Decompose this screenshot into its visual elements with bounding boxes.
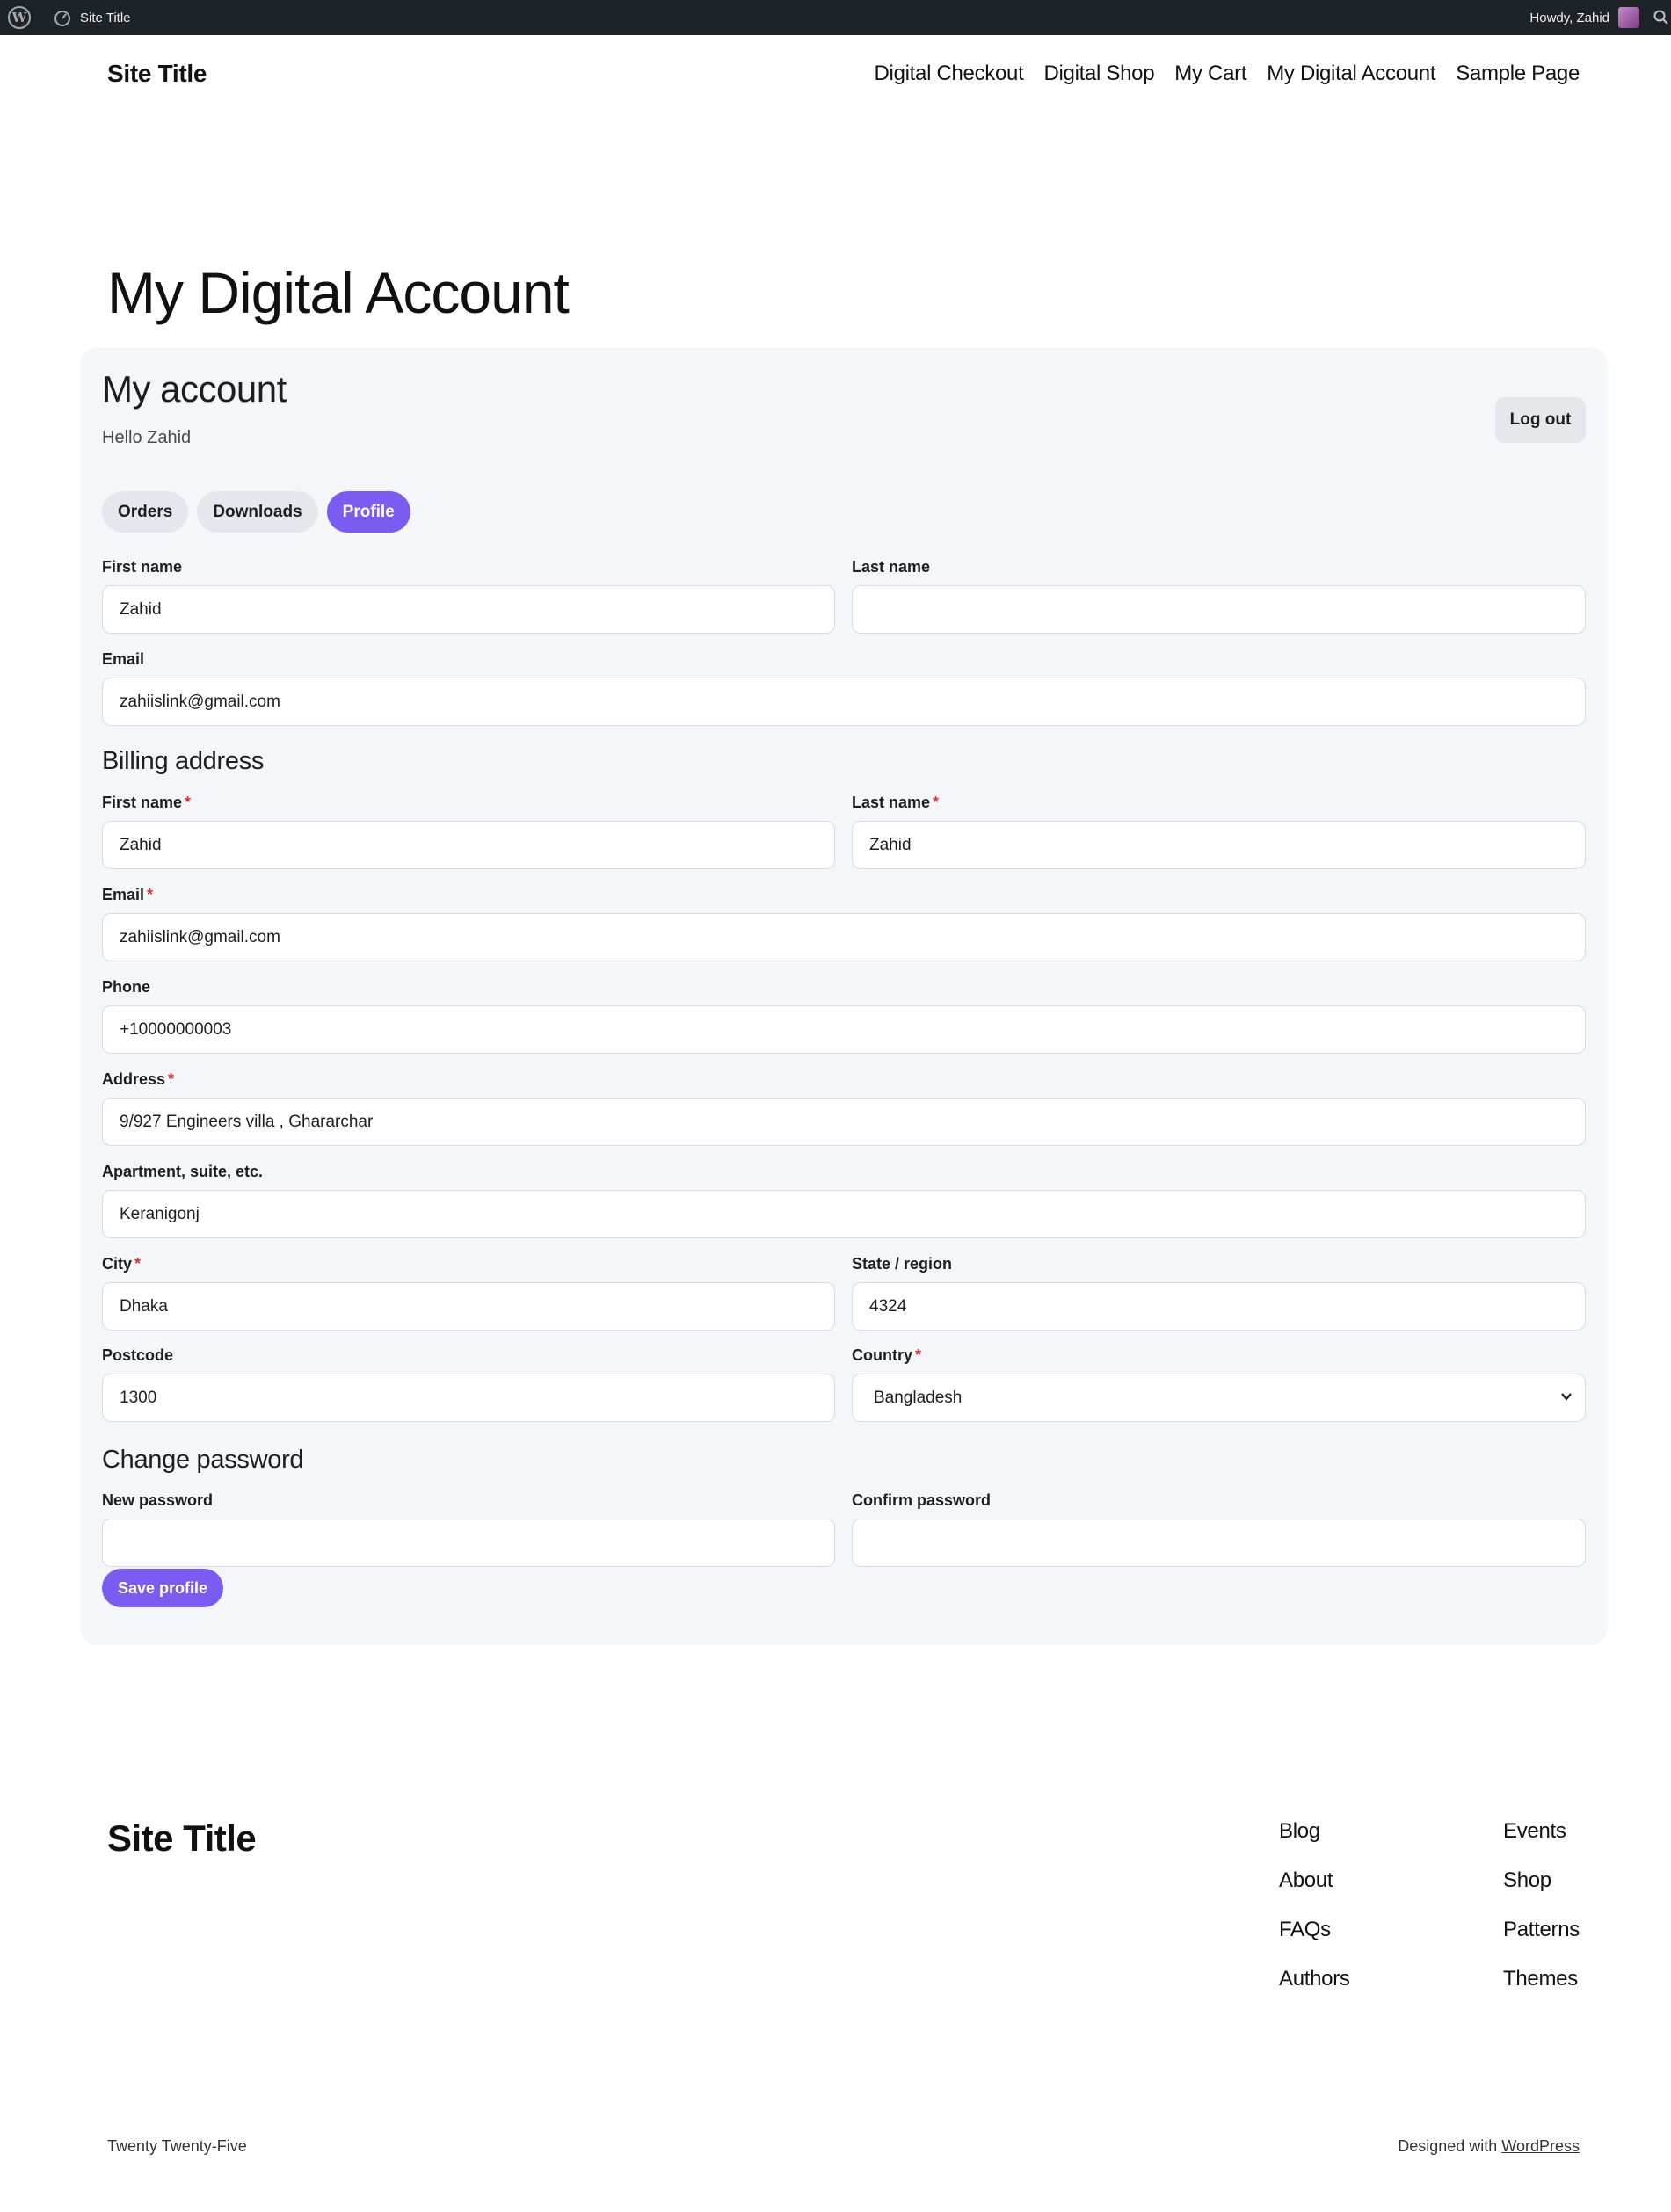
footer-link-themes[interactable]: Themes — [1503, 1967, 1580, 1991]
logout-button[interactable]: Log out — [1495, 397, 1586, 443]
postcode-input[interactable] — [102, 1374, 835, 1422]
tab-downloads[interactable]: Downloads — [197, 491, 318, 533]
address-label: Address * — [102, 1070, 175, 1088]
wordpress-link[interactable]: WordPress — [1501, 2137, 1580, 2155]
address-input[interactable] — [102, 1098, 1586, 1146]
footer-link-events[interactable]: Events — [1503, 1819, 1580, 1844]
first-name-label: First name — [102, 558, 183, 576]
account-card: My account Hello Zahid Log out Orders Do… — [80, 347, 1608, 1645]
tab-orders[interactable]: Orders — [102, 491, 189, 533]
account-heading: My account — [102, 368, 287, 410]
admin-bar-site-link[interactable]: Site Title — [54, 9, 131, 26]
nav-digital-checkout[interactable]: Digital Checkout — [875, 62, 1024, 86]
howdy-text[interactable]: Howdy, Zahid — [1529, 11, 1609, 25]
wordpress-logo-icon[interactable]: W — [8, 6, 31, 29]
confirm-password-input[interactable] — [852, 1519, 1586, 1567]
billing-last-name-label: Last name * — [852, 794, 940, 811]
email-label: Email — [102, 650, 145, 668]
user-avatar[interactable] — [1618, 7, 1639, 28]
postcode-label: Postcode — [102, 1346, 174, 1364]
designed-with-text: Designed with — [1398, 2137, 1498, 2155]
phone-label: Phone — [102, 978, 151, 996]
last-name-label: Last name — [852, 558, 931, 576]
footer-link-faqs[interactable]: FAQs — [1279, 1918, 1350, 1942]
footer-site-title[interactable]: Site Title — [107, 1817, 257, 1860]
nav-my-cart[interactable]: My Cart — [1174, 62, 1246, 86]
country-label: Country * — [852, 1346, 922, 1364]
main-nav: Digital Checkout Digital Shop My Cart My… — [875, 62, 1580, 86]
nav-digital-shop[interactable]: Digital Shop — [1043, 62, 1154, 86]
first-name-input[interactable] — [102, 585, 835, 634]
admin-bar: W Site Title Howdy, Zahid — [0, 0, 1671, 35]
state-input[interactable] — [852, 1282, 1586, 1331]
billing-email-input[interactable] — [102, 913, 1586, 961]
apartment-input[interactable] — [102, 1190, 1586, 1238]
footer-link-authors[interactable]: Authors — [1279, 1967, 1350, 1991]
site-header: Site Title Digital Checkout Digital Shop… — [0, 35, 1671, 114]
new-password-input[interactable] — [102, 1519, 835, 1567]
billing-first-name-label: First name * — [102, 794, 192, 811]
chevron-down-icon — [1561, 1393, 1572, 1401]
search-icon[interactable] — [1653, 10, 1669, 25]
last-name-input[interactable] — [852, 585, 1586, 634]
confirm-password-label: Confirm password — [852, 1491, 992, 1509]
state-label: State / region — [852, 1255, 953, 1273]
billing-first-name-input[interactable] — [102, 821, 835, 869]
country-select[interactable]: Bangladesh — [852, 1374, 1586, 1422]
gauge-icon — [54, 11, 70, 26]
footer-link-blog[interactable]: Blog — [1279, 1819, 1350, 1844]
change-password-heading: Change password — [102, 1446, 304, 1474]
country-select-value: Bangladesh — [874, 1388, 963, 1407]
theme-name: Twenty Twenty-Five — [107, 2137, 247, 2155]
footer-link-patterns[interactable]: Patterns — [1503, 1918, 1580, 1942]
account-tabs: Orders Downloads Profile — [102, 491, 410, 533]
billing-last-name-input[interactable] — [852, 821, 1586, 869]
apartment-label: Apartment, suite, etc. — [102, 1163, 264, 1180]
new-password-label: New password — [102, 1491, 214, 1509]
designed-with: Designed with WordPress — [1398, 2137, 1580, 2156]
save-profile-button[interactable]: Save profile — [102, 1569, 224, 1607]
site-title[interactable]: Site Title — [107, 60, 207, 88]
nav-sample-page[interactable]: Sample Page — [1456, 62, 1580, 86]
city-input[interactable] — [102, 1282, 835, 1331]
city-label: City * — [102, 1255, 142, 1273]
phone-input[interactable] — [102, 1005, 1586, 1054]
footer-link-about[interactable]: About — [1279, 1868, 1350, 1893]
email-input[interactable] — [102, 678, 1586, 726]
footer-nav-col-2: Events Shop Patterns Themes — [1503, 1819, 1580, 1991]
billing-heading: Billing address — [102, 747, 265, 775]
footer-nav-col-1: Blog About FAQs Authors — [1279, 1819, 1350, 1991]
admin-bar-site-title: Site Title — [80, 10, 131, 25]
page-title: My Digital Account — [107, 260, 570, 325]
hello-text: Hello Zahid — [102, 428, 192, 447]
footer-link-shop[interactable]: Shop — [1503, 1868, 1580, 1893]
nav-my-digital-account[interactable]: My Digital Account — [1267, 62, 1435, 86]
billing-email-label: Email * — [102, 886, 154, 903]
tab-profile[interactable]: Profile — [326, 491, 410, 533]
